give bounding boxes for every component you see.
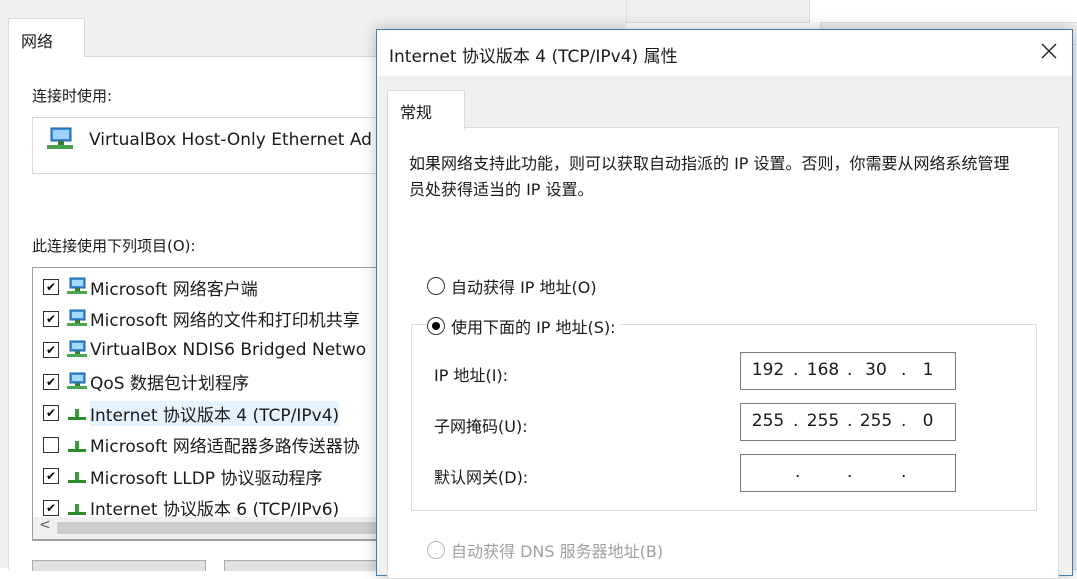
subnet-octet: 255 (859, 411, 893, 431)
items-label: 此连接使用下列项目(O): (32, 237, 196, 255)
close-icon (1041, 43, 1057, 63)
ip-address-label: IP 地址(I): (434, 366, 509, 385)
item-label: Microsoft LLDP 协议驱动程序 (90, 468, 323, 489)
default-gateway-label: 默认网关(D): (434, 468, 529, 487)
subnet-octet: 255 (751, 411, 785, 431)
description-text: 如果网络支持此功能，则可以获取自动指派的 IP 设置。否则，你需要从网络系统管理… (409, 154, 1010, 199)
tab-general-label: 常规 (400, 103, 433, 122)
adapter-name: VirtualBox Host-Only Ethernet Ad (89, 130, 372, 150)
item-label: Microsoft 网络适配器多路传送器协 (90, 437, 360, 457)
horizontal-scrollbar[interactable]: < (32, 517, 394, 540)
protocol-icon (66, 435, 88, 455)
radio-manual-ip-button[interactable] (427, 317, 445, 335)
list-item[interactable]: ✔ Internet 协议版本 4 (TCP/IPv4) (43, 398, 340, 428)
item-checkbox[interactable]: ✔ (43, 310, 59, 327)
item-label: Microsoft 网络客户端 (90, 279, 258, 300)
default-gateway-field[interactable]: . . . (740, 454, 956, 492)
ip-octet: 1 (922, 360, 934, 380)
radio-auto-dns-label: 自动获得 DNS 服务器地址(B) (451, 542, 664, 561)
list-item[interactable]: ✔ Microsoft 网络客户端 (43, 272, 258, 302)
ip-address-field[interactable]: 192 . 168 . 30 . 1 (740, 352, 956, 390)
item-checkbox[interactable]: ✔ (43, 405, 59, 421)
item-label: QoS 数据包计划程序 (90, 374, 249, 394)
protocol-icon (66, 466, 88, 486)
scroll-left-icon[interactable]: < (39, 517, 51, 533)
tab-network[interactable]: 网络 (8, 18, 85, 57)
radio-auto-ip-button[interactable] (427, 277, 445, 295)
radio-manual-ip[interactable]: 使用下面的 IP 地址(S): (427, 314, 620, 338)
radio-auto-dns-button[interactable] (427, 541, 445, 559)
subnet-octet: 255 (806, 411, 840, 431)
item-checkbox[interactable] (43, 436, 59, 453)
install-button[interactable] (32, 560, 206, 571)
item-checkbox[interactable]: ✔ (43, 279, 59, 295)
network-client-icon (66, 277, 88, 297)
list-item[interactable]: Microsoft 网络适配器多路传送器协 (43, 430, 360, 460)
list-item[interactable]: ✔ Microsoft LLDP 协议驱动程序 (43, 461, 322, 491)
close-button[interactable] (1026, 30, 1072, 76)
item-checkbox[interactable]: ✔ (43, 342, 59, 358)
network-client-icon (66, 372, 88, 392)
tab-general[interactable]: 常规 (387, 90, 465, 129)
radio-auto-ip-label: 自动获得 IP 地址(O) (451, 278, 597, 297)
network-client-icon (66, 340, 88, 360)
list-item[interactable]: ✔ Microsoft 网络的文件和打印机共享 (43, 304, 360, 334)
scrollbar-thumb[interactable] (57, 522, 387, 534)
network-adapter-icon (45, 126, 75, 156)
background-window-strip (626, 0, 810, 23)
protocol-icon (66, 403, 88, 423)
item-label: VirtualBox NDIS6 Bridged Netwo (90, 340, 367, 360)
item-checkbox[interactable]: ✔ (43, 499, 59, 516)
item-checkbox[interactable]: ✔ (43, 373, 59, 390)
ip-octet: 168 (806, 360, 840, 380)
adapter-box: VirtualBox Host-Only Ethernet Ad (32, 117, 394, 174)
title-bar[interactable]: Internet 协议版本 4 (TCP/IPv4) 属性 (377, 30, 1072, 76)
ip-octet: 30 (865, 360, 887, 380)
protocol-icon (66, 498, 88, 518)
item-checkbox[interactable]: ✔ (43, 468, 59, 484)
radio-auto-ip[interactable]: 自动获得 IP 地址(O) (427, 274, 597, 298)
dialog-title: Internet 协议版本 4 (TCP/IPv4) 属性 (389, 47, 678, 67)
connect-using-label: 连接时使用: (32, 87, 113, 105)
network-client-icon (66, 309, 88, 329)
subnet-octet: 0 (922, 411, 934, 431)
radio-manual-ip-label: 使用下面的 IP 地址(S): (451, 318, 616, 337)
uninstall-button[interactable] (224, 560, 386, 571)
subnet-mask-field[interactable]: 255 . 255 . 255 . 0 (740, 403, 956, 441)
item-label: Internet 协议版本 4 (TCP/IPv4) (90, 400, 340, 426)
tab-network-label: 网络 (21, 32, 54, 51)
list-item[interactable]: ✔ VirtualBox NDIS6 Bridged Netwo (43, 335, 366, 365)
items-list[interactable]: ✔ Microsoft 网络客户端 ✔ Microsoft 网络的文件和打印机共享 ✔ V… (32, 267, 394, 541)
radio-auto-dns[interactable]: 自动获得 DNS 服务器地址(B) (427, 538, 663, 562)
ip-octet: 192 (751, 360, 785, 380)
item-label: Microsoft 网络的文件和打印机共享 (90, 311, 360, 331)
list-item[interactable]: ✔ QoS 数据包计划程序 (43, 367, 249, 397)
subnet-mask-label: 子网掩码(U): (434, 417, 528, 436)
